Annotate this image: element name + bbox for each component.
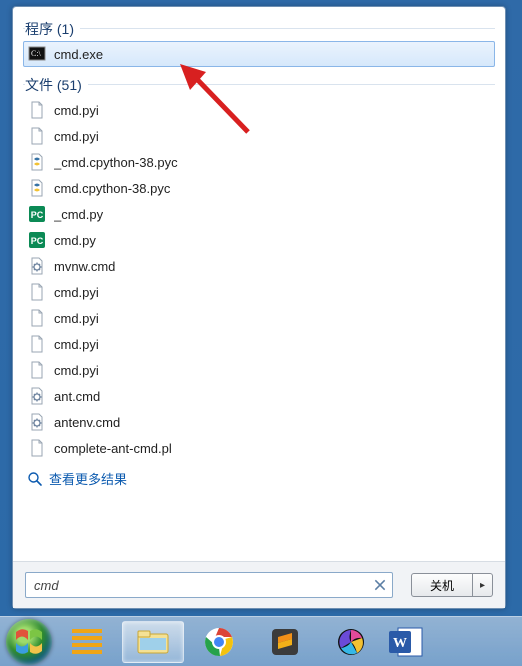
files-item[interactable]: cmd.pyi [23, 305, 495, 331]
shutdown-button[interactable]: 关机 [411, 573, 473, 597]
color-swirl-icon [335, 626, 367, 658]
taskbar-app-explorer[interactable] [122, 621, 184, 663]
files-item[interactable]: antenv.cmd [23, 409, 495, 435]
search-results-area: 程序 (1) C:\ cmd.exe 文件 (51) cmd.pyi cmd.pyi… [13, 7, 505, 561]
pc-icon: PC [28, 205, 46, 223]
hamburger-lines-icon [70, 627, 104, 657]
files-item[interactable]: cmd.pyi [23, 97, 495, 123]
cmd-exe-icon: C:\ [28, 45, 46, 63]
gear-icon [28, 413, 46, 431]
gear-icon [28, 387, 46, 405]
files-item[interactable]: mvnw.cmd [23, 253, 495, 279]
chevron-right-icon: ▸ [480, 580, 485, 591]
section-files-header: 文件 (51) [23, 71, 495, 97]
files-item[interactable]: PC _cmd.py [23, 201, 495, 227]
word-icon: W [388, 625, 424, 659]
files-item-label: mvnw.cmd [54, 259, 115, 274]
files-item-label: complete-ant-cmd.pl [54, 441, 172, 456]
taskbar: W [0, 616, 522, 666]
files-item-label: ant.cmd [54, 389, 100, 404]
shutdown-button-group: 关机 ▸ [411, 573, 493, 597]
files-item-label: cmd.cpython-38.pyc [54, 181, 170, 196]
files-item[interactable]: cmd.pyi [23, 279, 495, 305]
files-item[interactable]: ant.cmd [23, 383, 495, 409]
files-item-label: cmd.pyi [54, 363, 99, 378]
clear-search-button[interactable] [373, 578, 387, 592]
files-item[interactable]: PC cmd.py [23, 227, 495, 253]
file-icon [28, 309, 46, 327]
files-item[interactable]: cmd.pyi [23, 123, 495, 149]
file-explorer-icon [136, 628, 170, 656]
pyc-icon [28, 153, 46, 171]
start-menu-bottom-bar: 关机 ▸ [13, 561, 505, 608]
file-icon [28, 127, 46, 145]
search-box [25, 572, 393, 598]
sublime-icon [270, 627, 300, 657]
files-item-label: cmd.py [54, 233, 96, 248]
files-item-label: cmd.pyi [54, 337, 99, 352]
shutdown-options-button[interactable]: ▸ [473, 573, 493, 597]
start-menu-search-panel: 程序 (1) C:\ cmd.exe 文件 (51) cmd.pyi cmd.pyi… [12, 6, 506, 609]
see-more-results-link[interactable]: 查看更多结果 [23, 461, 495, 494]
gear-icon [28, 257, 46, 275]
taskbar-app-lines[interactable] [56, 621, 118, 663]
files-item-label: cmd.pyi [54, 103, 99, 118]
files-item[interactable]: cmd.pyi [23, 331, 495, 357]
svg-text:W: W [393, 636, 407, 651]
file-icon [28, 361, 46, 379]
programs-item-label: cmd.exe [54, 47, 103, 62]
taskbar-app-chrome[interactable] [188, 621, 250, 663]
file-icon [28, 335, 46, 353]
see-more-results-label: 查看更多结果 [49, 469, 127, 488]
pyc-icon [28, 179, 46, 197]
files-item[interactable]: _cmd.cpython-38.pyc [23, 149, 495, 175]
chrome-icon [203, 626, 235, 658]
section-programs-title: 程序 (1) [25, 21, 80, 37]
file-icon [28, 283, 46, 301]
file-icon [28, 101, 46, 119]
files-item-label: cmd.pyi [54, 311, 99, 326]
file-icon [28, 439, 46, 457]
files-item-label: _cmd.py [54, 207, 103, 222]
files-item-label: _cmd.cpython-38.pyc [54, 155, 178, 170]
files-item[interactable]: complete-ant-cmd.pl [23, 435, 495, 461]
programs-item[interactable]: C:\ cmd.exe [23, 41, 495, 67]
search-icon [27, 471, 43, 487]
search-input[interactable] [25, 572, 393, 598]
start-button[interactable] [6, 619, 52, 665]
files-item[interactable]: cmd.pyi [23, 357, 495, 383]
section-programs-header: 程序 (1) [23, 15, 495, 41]
files-item-label: cmd.pyi [54, 285, 99, 300]
taskbar-app-browser2[interactable] [320, 621, 382, 663]
files-item-label: antenv.cmd [54, 415, 120, 430]
svg-text:PC: PC [31, 236, 44, 246]
taskbar-app-word[interactable]: W [386, 621, 426, 663]
svg-text:PC: PC [31, 210, 44, 220]
files-item-label: cmd.pyi [54, 129, 99, 144]
pc-icon: PC [28, 231, 46, 249]
files-item[interactable]: cmd.cpython-38.pyc [23, 175, 495, 201]
taskbar-app-sublime[interactable] [254, 621, 316, 663]
section-files-title: 文件 (51) [25, 77, 88, 93]
svg-text:C:\: C:\ [31, 49, 42, 58]
